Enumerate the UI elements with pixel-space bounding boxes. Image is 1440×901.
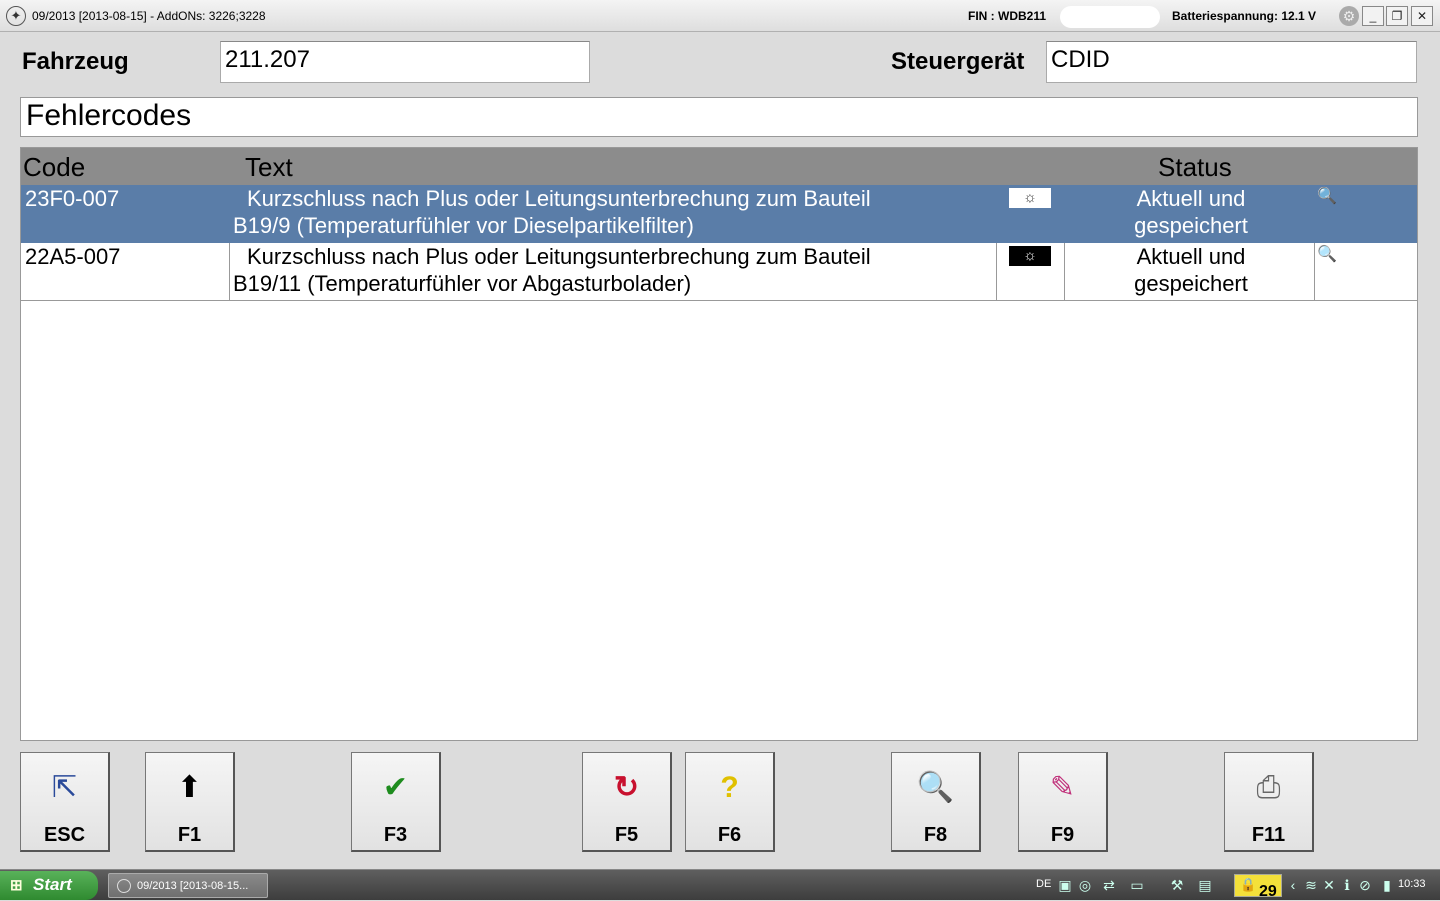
row-code: 23F0-007 [25, 186, 120, 211]
close-button[interactable]: ✕ [1411, 6, 1433, 26]
window-title: 09/2013 [2013-08-15] - AddONs: 3226;3228 [32, 9, 266, 23]
table-header: Code Text Status [21, 148, 1417, 185]
report-icon: ✎ [1049, 771, 1076, 804]
tray-diagnosis-icon[interactable]: ▤ [1196, 876, 1214, 894]
start-button[interactable]: ⊞ Start [0, 871, 98, 900]
tray-info-icon[interactable]: ℹ [1338, 876, 1356, 894]
fault-code-table: Code Text Status 23F0-007 Kurzschluss na… [20, 147, 1418, 741]
tray-expand-icon[interactable]: ‹ [1284, 876, 1302, 894]
language-indicator[interactable]: DE [1036, 878, 1051, 890]
taskbar-window-label: 09/2013 [2013-08-15... [137, 880, 249, 892]
f3-button[interactable]: ✔ F3 [351, 752, 441, 852]
mercedes-star-icon [117, 879, 131, 893]
f8-button[interactable]: 🔍 F8 [891, 752, 981, 852]
detail-magnifier-icon[interactable]: 🔍 [1317, 244, 1337, 264]
column-divider [229, 243, 230, 301]
warning-lamp-icon: ☼ [1009, 188, 1051, 208]
windows-flag-icon: ⊞ [10, 877, 23, 894]
tray-wifi-icon[interactable]: ≋ [1302, 876, 1320, 894]
table-row[interactable]: 22A5-007 Kurzschluss nach Plus oder Leit… [21, 243, 1417, 301]
detail-magnifier-icon[interactable]: 🔍 [1317, 186, 1337, 206]
minimize-button[interactable]: _ [1362, 6, 1384, 26]
tray-security-icon[interactable]: ⊘ [1356, 876, 1374, 894]
vehicle-label: Fahrzeug [22, 48, 129, 75]
checkmark-icon: ✔ [382, 771, 409, 804]
tray-tool-icon[interactable]: ⚒ [1168, 876, 1186, 894]
license-count: 29 [1259, 883, 1277, 900]
lock-icon: 🔒 [1240, 877, 1257, 892]
row-status: Aktuell und gespeichert [1091, 243, 1291, 301]
f3-label: F3 [383, 824, 408, 846]
section-title: Fehlercodes [20, 97, 1418, 137]
help-icon: ? [720, 771, 739, 804]
f8-label: F8 [923, 824, 948, 846]
tray-disconnect-icon[interactable]: ✕ [1320, 876, 1338, 894]
taskbar: ⊞ Start 09/2013 [2013-08-15... DE ▣ ◎ ⇄ … [0, 869, 1440, 900]
arrow-up-icon: ⬆ [176, 771, 203, 804]
column-divider [996, 243, 997, 301]
fin-redaction [1060, 6, 1160, 28]
row-status-line1: Aktuell und [1136, 244, 1246, 269]
taskbar-window-item[interactable]: 09/2013 [2013-08-15... [108, 873, 268, 898]
tray-sync-icon[interactable]: ⇄ [1100, 876, 1118, 894]
ecu-field[interactable]: CDID [1046, 41, 1417, 83]
row-status: Aktuell und gespeichert [1091, 185, 1291, 243]
tray-network-icon[interactable]: ◎ [1076, 876, 1094, 894]
system-tray: DE ▣ ◎ ⇄ ▭ ⚒ ▤ 🔒 29 ‹ ≋ ✕ ℹ ⊘ ▮ 10:33 [1030, 870, 1440, 901]
tray-battery-icon[interactable]: ▮ [1378, 876, 1396, 894]
mercedes-star-icon: ✦ [6, 6, 26, 26]
vehicle-field[interactable]: 211.207 [220, 41, 590, 83]
column-divider [1064, 243, 1065, 301]
row-status-line1: Aktuell und [1136, 186, 1246, 211]
f5-label: F5 [614, 824, 639, 846]
f9-button[interactable]: ✎ F9 [1018, 752, 1108, 852]
esc-label: ESC [43, 824, 86, 846]
f6-label: F6 [717, 824, 742, 846]
row-status-line2: gespeichert [1134, 213, 1248, 238]
f6-button[interactable]: ? F6 [685, 752, 775, 852]
ecu-label: Steuergerät [891, 48, 1025, 75]
f5-button[interactable]: ↻ F5 [582, 752, 672, 852]
row-text-line2: B19/11 (Temperaturfühler vor Abgasturbol… [233, 271, 692, 296]
fin-label: FIN : WDB211 [968, 9, 1047, 23]
esc-button[interactable]: ⇱ ESC [20, 752, 110, 852]
restore-button[interactable]: ❐ [1386, 6, 1408, 26]
battery-voltage: Batteriespannung: 12.1 V [1172, 9, 1317, 23]
header-text: Text [245, 152, 293, 182]
license-counter-badge[interactable]: 🔒 29 [1234, 874, 1282, 900]
printer-icon: ⎙ [1256, 771, 1281, 804]
header-status: Status [1158, 152, 1232, 182]
clock[interactable]: 10:33 [1398, 878, 1426, 890]
header-code: Code [23, 152, 86, 182]
window-titlebar: ✦ 09/2013 [2013-08-15] - AddONs: 3226;32… [0, 0, 1440, 32]
exit-door-icon: ⇱ [51, 771, 78, 804]
tray-device-icon[interactable]: ▣ [1056, 876, 1074, 894]
f11-button[interactable]: ⎙ F11 [1224, 752, 1314, 852]
tray-laptop-icon[interactable]: ▭ [1128, 876, 1146, 894]
start-label: Start [33, 875, 72, 894]
row-code: 22A5-007 [25, 244, 121, 269]
warning-lamp-icon: ☼ [1009, 246, 1051, 266]
f9-label: F9 [1050, 824, 1075, 846]
row-status-line2: gespeichert [1134, 271, 1248, 296]
refresh-icon: ↻ [613, 771, 640, 804]
settings-gear-icon[interactable]: ⚙ [1339, 6, 1359, 26]
magnifier-icon: 🔍 [916, 771, 955, 804]
column-divider [1314, 243, 1315, 301]
f11-label: F11 [1251, 824, 1286, 846]
f1-label: F1 [177, 824, 202, 846]
table-row[interactable]: 23F0-007 Kurzschluss nach Plus oder Leit… [21, 185, 1417, 243]
f1-button[interactable]: ⬆ F1 [145, 752, 235, 852]
